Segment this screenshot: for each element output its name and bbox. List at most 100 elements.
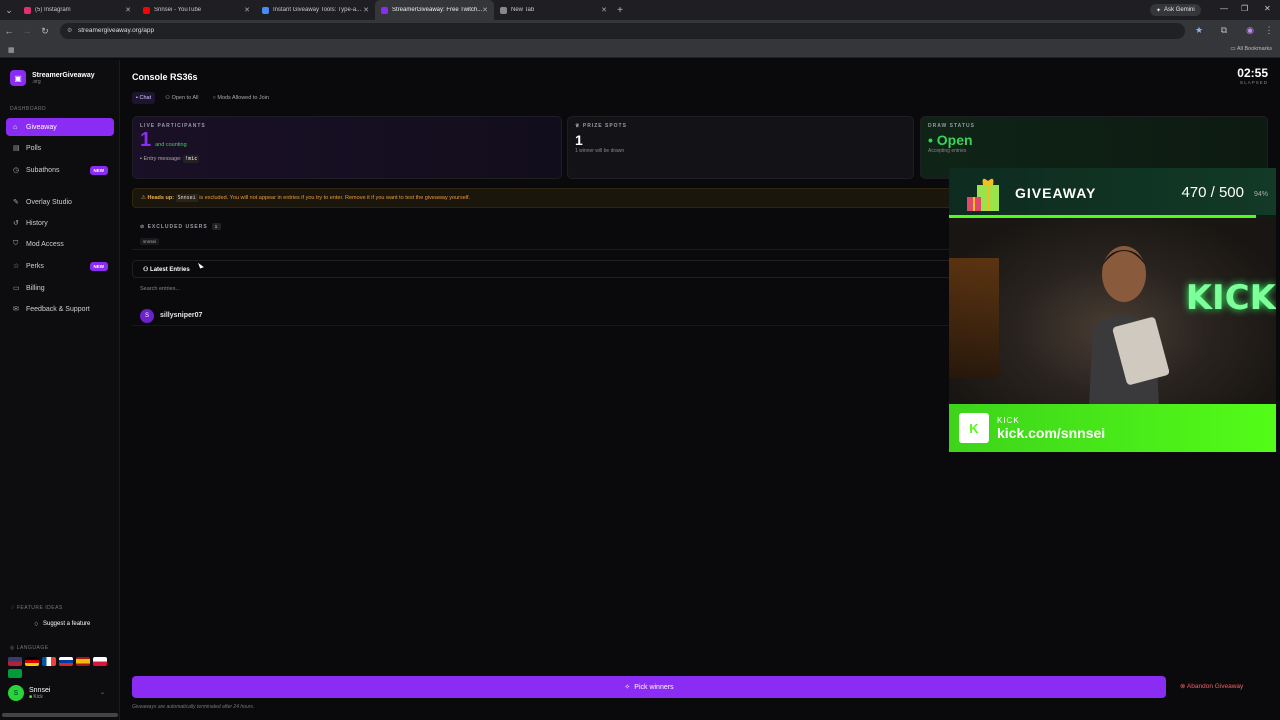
card-label: ♕ PRIZE SPOTS — [575, 123, 906, 129]
shield-icon: ⛉ — [13, 240, 19, 247]
tab-label: (5) Instagram — [35, 7, 71, 13]
sidebar-item-subathons[interactable]: ◷ Subathons NEW — [6, 161, 114, 179]
prize-count: 1 — [575, 132, 583, 148]
kick-channel-banner: K KICK kick.com/snnsei — [949, 404, 1276, 452]
gift-icon: ⌂ — [13, 123, 18, 131]
sidebar-item-label: Perks — [26, 262, 44, 270]
brand[interactable]: ▣ StreamerGiveaway .org — [10, 70, 95, 86]
close-icon[interactable]: ✕ — [482, 6, 488, 14]
abandon-label: Abandon Giveaway — [1186, 683, 1244, 690]
close-window-icon[interactable]: ✕ — [1264, 4, 1271, 13]
sidebar-item-feedback[interactable]: ✉ Feedback & Support — [6, 300, 114, 318]
reload-icon[interactable]: ↻ — [36, 26, 54, 37]
extensions-icon[interactable]: ⧉ — [1215, 25, 1233, 36]
back-icon[interactable]: ← — [0, 26, 18, 36]
status-sub: Accepting entries — [928, 148, 967, 154]
sidebar-item-billing[interactable]: ▭ Billing — [6, 279, 114, 297]
channel-url: kick.com/snnsei — [997, 424, 1106, 441]
site-icon — [262, 6, 269, 14]
sidebar-item-polls[interactable]: ▤ Polls — [6, 139, 114, 157]
sidebar-item-perks[interactable]: ☆ Perks NEW — [6, 257, 114, 275]
suggest-feature-button[interactable]: ♢ Suggest a feature — [10, 616, 114, 632]
search-input[interactable]: Search entries... — [140, 286, 180, 292]
flag-br-icon[interactable] — [8, 669, 22, 678]
sparkle-icon: ✧ — [624, 684, 631, 691]
flag-es-icon[interactable] — [76, 657, 90, 666]
flag-fr-icon[interactable] — [42, 657, 56, 666]
ask-gemini-button[interactable]: ✦ Ask Gemini — [1150, 4, 1201, 16]
chat-icon: ✉ — [13, 306, 19, 313]
excluded-user-tag[interactable]: snnsei — [140, 238, 160, 245]
flag-ru-icon[interactable] — [59, 657, 73, 666]
bulb-icon: ♢ — [33, 621, 39, 628]
neon-sign: KICK — [1185, 278, 1276, 318]
close-icon[interactable]: ✕ — [125, 6, 131, 14]
abandon-giveaway-button[interactable]: ⊗ Abandon Giveaway — [1180, 682, 1243, 690]
chip-open-to-all: ⚇ Open to All — [165, 95, 199, 101]
flag-us-icon[interactable] — [8, 657, 22, 666]
sidebar-scrollbar[interactable] — [2, 713, 118, 717]
sidebar-item-label: Subathons — [26, 166, 60, 174]
close-icon[interactable]: ✕ — [601, 6, 607, 14]
chip-label: Mods Allowed to Join — [217, 95, 270, 101]
gemini-icon: ✦ — [1156, 7, 1162, 14]
overlay-percent: 94% — [1253, 191, 1268, 198]
profile-icon[interactable]: ◉ — [1241, 25, 1259, 36]
feature-ideas-text: FEATURE IDEAS — [16, 605, 63, 611]
flag-pl-icon[interactable] — [93, 657, 107, 666]
chip-label: Open to All — [171, 95, 199, 101]
bookmark-star-icon[interactable]: ★ — [1190, 25, 1208, 36]
tab-label: Snnsei - YouTube — [154, 7, 202, 13]
menu-icon[interactable]: ⋮ — [1260, 25, 1278, 36]
close-icon[interactable]: ✕ — [363, 6, 369, 14]
maximize-icon[interactable]: ❐ — [1241, 4, 1248, 13]
user-profile[interactable]: S Snnsei ■ Kick ⌄ — [8, 685, 105, 701]
warning-bold: Heads up: — [147, 195, 175, 201]
sidebar-item-overlay-studio[interactable]: ✎ Overlay Studio — [6, 193, 114, 211]
stream-overlay: GIVEAWAY 470 / 500 94% KICK K KICK kick.… — [949, 168, 1276, 452]
new-tab-button[interactable]: + — [613, 5, 627, 16]
webcam-video: KICK — [949, 218, 1276, 404]
timer-value: 02:55 — [1237, 66, 1268, 80]
site-icon — [381, 6, 388, 14]
gift-logo-icon: ▣ — [10, 70, 26, 86]
user-x-icon: ⊘ — [140, 224, 148, 230]
entry-message: ▪ Entry message: !mic — [140, 155, 554, 163]
all-bookmarks-label: All Bookmarks — [1236, 46, 1272, 52]
tab-youtube[interactable]: Snnsei - YouTube ✕ — [137, 0, 256, 20]
minimize-icon[interactable]: — — [1220, 4, 1228, 13]
tab-search-icon[interactable]: ⌄ — [0, 5, 18, 16]
bulb-icon: ♢ — [10, 605, 17, 611]
brand-name: StreamerGiveaway — [32, 71, 95, 79]
sidebar-item-giveaway[interactable]: ⌂ Giveaway — [6, 118, 114, 136]
tab-streamergiveaway[interactable]: StreamerGiveaway: Free Twitch... ✕ — [375, 0, 494, 20]
streamer-figure — [1089, 246, 1169, 404]
card-icon: ▭ — [13, 285, 20, 292]
sidebar-item-mod-access[interactable]: ⛉ Mod Access — [6, 235, 114, 253]
tab-instant-giveaway[interactable]: Instant Giveaway Tools: Type-a... ✕ — [256, 0, 375, 20]
flag-de-icon[interactable] — [25, 657, 39, 666]
brush-icon: ✎ — [13, 199, 19, 206]
globe-icon: ◎ — [10, 645, 17, 651]
entry-label: Entry message: — [143, 156, 182, 162]
forward-icon[interactable]: → — [18, 26, 36, 36]
chip-mods-allowed: ○ Mods Allowed to Join — [212, 95, 270, 101]
sidebar-item-history[interactable]: ↺ History — [6, 214, 114, 232]
card-label: DRAW STATUS — [928, 123, 975, 129]
tab-new-tab[interactable]: New Tab ✕ — [494, 0, 613, 20]
sidebar-item-label: History — [26, 219, 48, 227]
kick-logo-icon: K — [959, 413, 989, 443]
chevron-down-icon[interactable]: ⌄ — [100, 689, 105, 696]
all-bookmarks-button[interactable]: ▭ All Bookmarks — [1230, 46, 1272, 52]
close-icon[interactable]: ✕ — [244, 6, 250, 14]
platform-name: KICK — [997, 415, 1020, 425]
pick-winners-button[interactable]: ✧ Pick winners — [132, 676, 1166, 698]
site-info-icon[interactable]: ⚙ — [67, 23, 72, 39]
language-flags — [8, 657, 116, 678]
apps-icon[interactable]: ▦ — [8, 46, 15, 54]
url-input[interactable]: ⚙ streamergiveaway.org/app — [60, 23, 1185, 39]
tab-label: Instant Giveaway Tools: Type-a... — [273, 7, 362, 13]
tab-instagram[interactable]: (5) Instagram ✕ — [18, 0, 137, 20]
language-label: ◎ LANGUAGE — [10, 645, 49, 651]
clock-icon: ◷ — [13, 167, 20, 174]
